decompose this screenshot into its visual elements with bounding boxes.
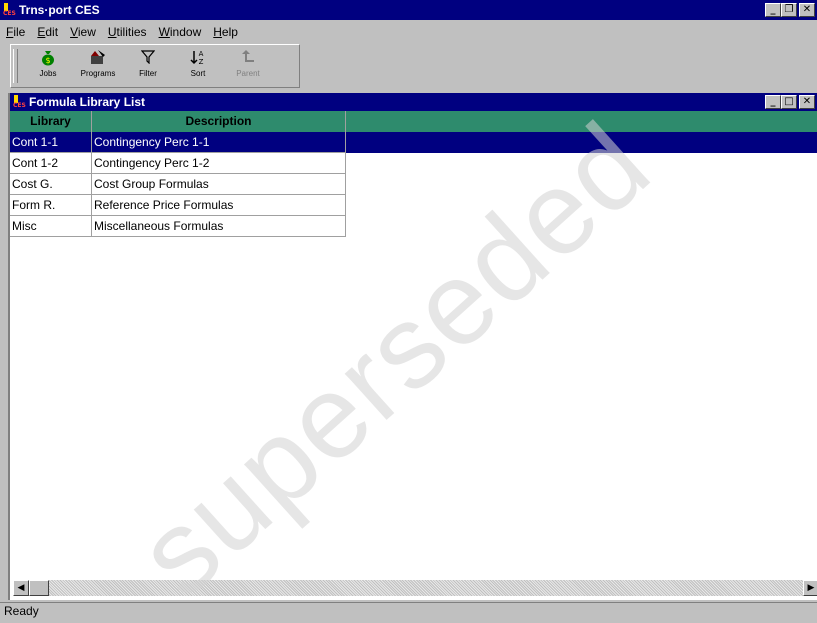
menu-edit[interactable]: Edit [31, 25, 64, 39]
app-titlebar: CES Trns·port CES _ ❐ ✕ [0, 0, 817, 20]
minimize-button[interactable]: _ [765, 3, 781, 17]
close-button[interactable]: ✕ [799, 3, 815, 17]
svg-text:Z: Z [199, 58, 204, 65]
child-window-controls: _ □ ✕ [765, 95, 815, 109]
library-cell[interactable]: Cont 1-1 [10, 132, 92, 153]
table-row[interactable]: Cont 1-1 Contingency Perc 1-1 [10, 132, 817, 153]
library-cell[interactable]: Misc [10, 216, 92, 237]
library-cell[interactable]: Cont 1-2 [10, 153, 92, 174]
header-filler [346, 111, 817, 132]
formula-library-window: CES Formula Library List _ □ ✕ Library D… [8, 93, 817, 600]
scroll-thumb[interactable] [29, 580, 49, 596]
money-bag-icon: $ [39, 48, 57, 66]
app-icon: CES [3, 3, 16, 17]
svg-text:$: $ [45, 56, 50, 65]
library-cell[interactable]: Form R. [10, 195, 92, 216]
table-row[interactable]: Cont 1-2 Contingency Perc 1-2 [10, 153, 817, 174]
statusbar: Ready [0, 602, 817, 619]
app-icon-text: CES [3, 10, 16, 17]
table-row[interactable]: Form R. Reference Price Formulas [10, 195, 817, 216]
programs-icon [89, 48, 107, 66]
column-header-library[interactable]: Library [10, 111, 92, 132]
child-close-button[interactable]: ✕ [799, 95, 815, 109]
table-row[interactable]: Cost G. Cost Group Formulas [10, 174, 817, 195]
horizontal-scrollbar[interactable]: ◀ ▶ [13, 580, 817, 596]
sort-label: Sort [190, 69, 206, 78]
description-cell[interactable]: Contingency Perc 1-1 [92, 132, 346, 153]
child-title: Formula Library List [29, 95, 146, 109]
child-app-icon: CES [13, 95, 26, 109]
menu-window[interactable]: Window [153, 25, 208, 39]
filter-icon [139, 48, 157, 66]
child-titlebar: CES Formula Library List _ □ ✕ [10, 93, 817, 111]
row-selection-filler [346, 132, 817, 153]
menu-help[interactable]: Help [207, 25, 244, 39]
menu-file[interactable]: File [0, 25, 31, 39]
scroll-right-button[interactable]: ▶ [803, 580, 817, 596]
description-cell[interactable]: Miscellaneous Formulas [92, 216, 346, 237]
app-window-controls: _ ❐ ✕ [765, 3, 815, 17]
description-cell[interactable]: Contingency Perc 1-2 [92, 153, 346, 174]
description-cell[interactable]: Reference Price Formulas [92, 195, 346, 216]
toolbar-grip[interactable] [13, 49, 18, 83]
column-header-description[interactable]: Description [92, 111, 346, 132]
child-maximize-button[interactable]: □ [781, 95, 797, 109]
description-cell[interactable]: Cost Group Formulas [92, 174, 346, 195]
scroll-left-button[interactable]: ◀ [13, 580, 29, 596]
grid-header: Library Description [10, 111, 817, 132]
sort-button[interactable]: AZ Sort [173, 45, 223, 85]
svg-text:A: A [199, 50, 204, 58]
jobs-button[interactable]: $ Jobs [23, 45, 73, 85]
restore-button[interactable]: ❐ [781, 3, 797, 17]
app-title: Trns·port CES [19, 3, 100, 17]
programs-label: Programs [80, 69, 116, 78]
parent-button[interactable]: Parent [223, 45, 273, 85]
programs-button[interactable]: Programs [73, 45, 123, 85]
menu-utilities[interactable]: Utilities [102, 25, 153, 39]
child-minimize-button[interactable]: _ [765, 95, 781, 109]
menubar: File Edit View Utilities Window Help [0, 22, 244, 41]
parent-label: Parent [236, 69, 260, 78]
filter-button[interactable]: Filter [123, 45, 173, 85]
filter-label: Filter [139, 69, 157, 78]
up-arrow-icon [239, 48, 257, 66]
table-row[interactable]: Misc Miscellaneous Formulas [10, 216, 817, 237]
menu-view[interactable]: View [64, 25, 102, 39]
jobs-label: Jobs [39, 69, 57, 78]
library-grid: Library Description Cont 1-1 Contingency… [10, 111, 817, 237]
status-text: Ready [4, 604, 39, 618]
toolbar: $ Jobs Programs Filter AZ Sort Parent [10, 44, 300, 88]
sort-az-icon: AZ [189, 48, 207, 66]
library-cell[interactable]: Cost G. [10, 174, 92, 195]
